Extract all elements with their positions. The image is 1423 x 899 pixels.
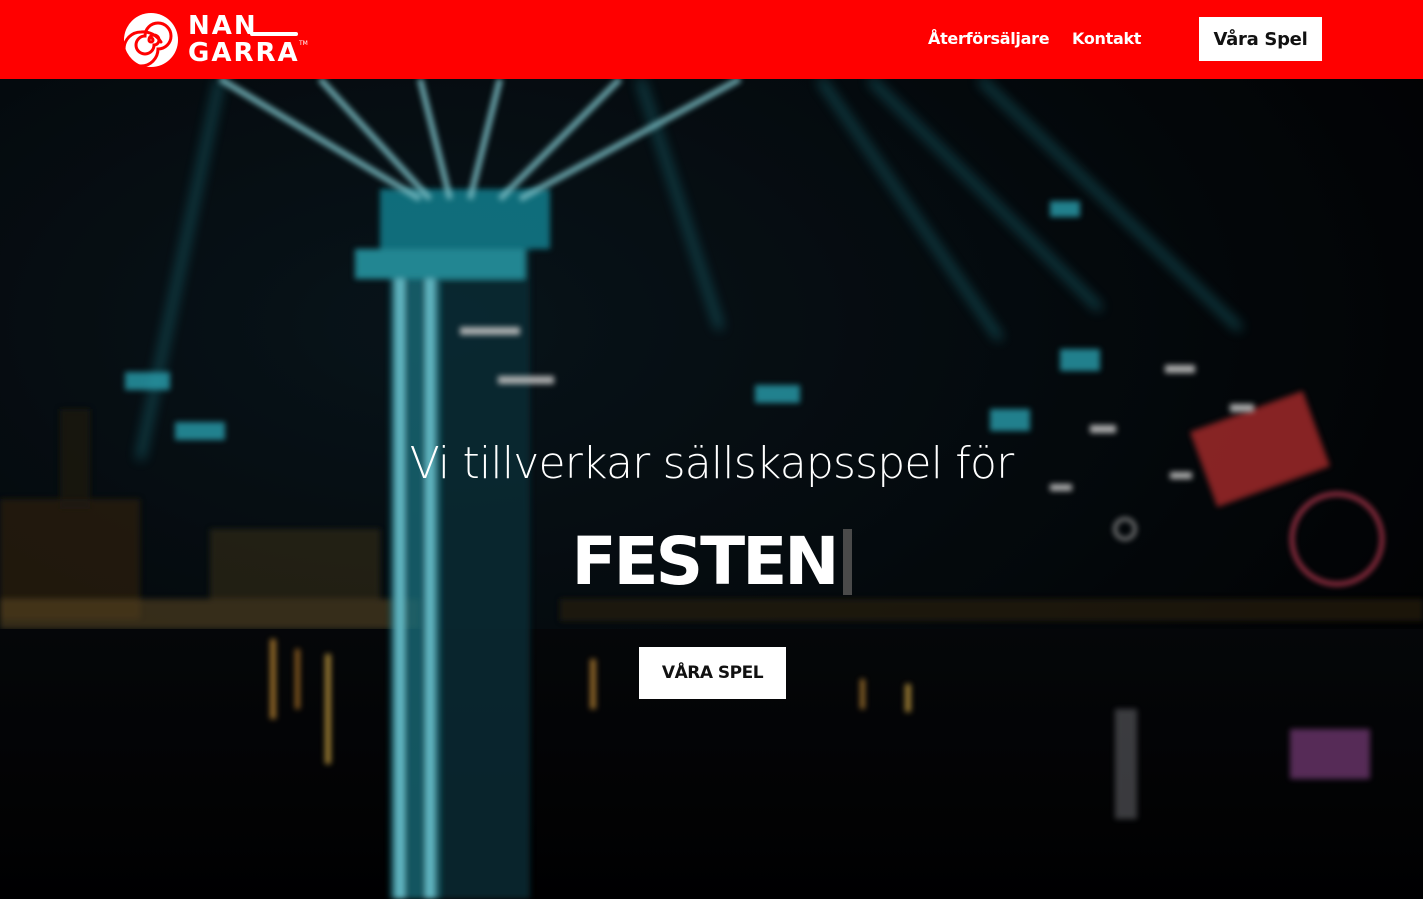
logo-wordmark: NAN GARRA [188, 13, 300, 67]
nav-link-resellers[interactable]: Återförsäljare [928, 29, 1050, 48]
header-games-button[interactable]: Våra Spel [1199, 17, 1322, 61]
logo-link[interactable]: NAN GARRA TM [122, 10, 312, 70]
typing-cursor [842, 528, 852, 595]
hero-section: Vi tillverkar sällskapsspel för FESTEN V… [0, 79, 1423, 899]
hero-typed-word: FESTEN [571, 523, 839, 600]
spiral-logo-icon [122, 13, 178, 68]
logo-line-2: GARRA [188, 38, 300, 68]
logo-underline [250, 32, 298, 36]
hero-games-button[interactable]: VÅRA SPEL [639, 647, 786, 699]
nav-link-contact[interactable]: Kontakt [1072, 29, 1141, 48]
hero-typed-line: FESTEN [0, 523, 1423, 600]
hero-title: Vi tillverkar sällskapsspel för [409, 438, 1015, 490]
site-header: NAN GARRA TM Återförsäljare Kontakt Våra… [0, 0, 1423, 79]
logo-trademark: TM [299, 40, 308, 47]
